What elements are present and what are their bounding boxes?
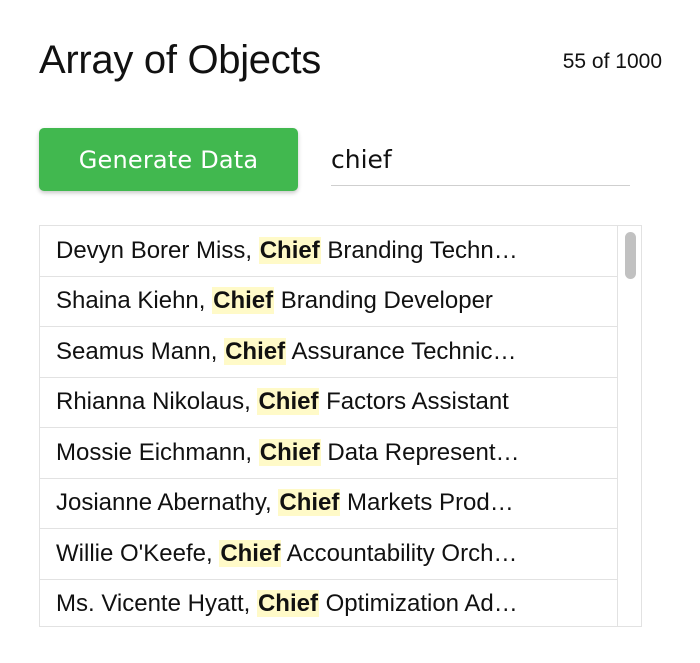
- list-item-text: Seamus Mann, Chief Assurance Technic…: [56, 337, 517, 366]
- item-title: Branding Developer: [274, 287, 493, 315]
- item-title: Branding Techn…: [320, 236, 518, 264]
- item-name: Rhianna Nikolaus,: [56, 388, 258, 416]
- item-title: Factors Assistant: [319, 388, 509, 416]
- item-title: Optimization Ad…: [318, 590, 518, 618]
- search-match-highlight: Chief: [212, 287, 275, 315]
- list-item-text: Josianne Abernathy, Chief Markets Prod…: [56, 489, 514, 517]
- list-scrollbar[interactable]: [617, 226, 641, 626]
- list-item[interactable]: Seamus Mann, Chief Assurance Technic…: [40, 327, 618, 378]
- results-rows: Devyn Borer Miss, Chief Branding Techn… …: [40, 226, 618, 627]
- list-item[interactable]: Josianne Abernathy, Chief Markets Prod…: [40, 479, 618, 529]
- list-item-text: Shaina Kiehn, Chief Branding Developer: [56, 287, 493, 315]
- search-match-highlight: Chief: [257, 388, 320, 416]
- result-count: 55 of 1000: [562, 50, 662, 73]
- scrollbar-thumb[interactable]: [625, 232, 636, 279]
- item-title: Accountability Orch…: [281, 539, 518, 567]
- generate-data-button[interactable]: Generate Data: [39, 128, 298, 191]
- search-input[interactable]: [331, 138, 630, 186]
- search-match-highlight: Chief: [256, 590, 319, 618]
- list-item[interactable]: Mossie Eichmann, Chief Data Represent…: [40, 428, 618, 479]
- list-item-text: Devyn Borer Miss, Chief Branding Techn…: [56, 236, 518, 265]
- search-match-highlight: Chief: [258, 236, 321, 264]
- list-item-text: Ms. Vicente Hyatt, Chief Optimization Ad…: [56, 590, 518, 618]
- search-match-highlight: Chief: [219, 539, 282, 567]
- search-match-highlight: Chief: [278, 489, 341, 517]
- list-item[interactable]: Willie O'Keefe, Chief Accountability Orc…: [40, 529, 618, 580]
- list-item[interactable]: Devyn Borer Miss, Chief Branding Techn…: [40, 226, 618, 277]
- search-match-highlight: Chief: [224, 337, 287, 365]
- item-name: Mossie Eichmann,: [56, 438, 259, 466]
- list-item[interactable]: Shaina Kiehn, Chief Branding Developer: [40, 277, 618, 327]
- item-title: Data Represent…: [320, 438, 520, 466]
- app-root: Array of Objects 55 of 1000 Generate Dat…: [0, 0, 700, 663]
- search-match-highlight: Chief: [258, 438, 321, 466]
- item-title: Assurance Technic…: [286, 337, 517, 365]
- item-name: Willie O'Keefe,: [56, 539, 220, 567]
- list-item-text: Rhianna Nikolaus, Chief Factors Assistan…: [56, 388, 509, 416]
- item-title: Markets Prod…: [340, 489, 514, 517]
- list-item-text: Mossie Eichmann, Chief Data Represent…: [56, 438, 520, 467]
- list-item-text: Willie O'Keefe, Chief Accountability Orc…: [56, 539, 518, 568]
- item-name: Ms. Vicente Hyatt,: [56, 590, 257, 618]
- item-name: Shaina Kiehn,: [56, 287, 213, 315]
- results-list[interactable]: Devyn Borer Miss, Chief Branding Techn… …: [39, 225, 642, 627]
- item-name: Josianne Abernathy,: [56, 489, 279, 517]
- list-item[interactable]: Ms. Vicente Hyatt, Chief Optimization Ad…: [40, 580, 618, 627]
- page-title: Array of Objects: [39, 38, 321, 82]
- item-name: Devyn Borer Miss,: [56, 236, 259, 264]
- item-name: Seamus Mann,: [56, 337, 225, 365]
- list-item[interactable]: Rhianna Nikolaus, Chief Factors Assistan…: [40, 378, 618, 428]
